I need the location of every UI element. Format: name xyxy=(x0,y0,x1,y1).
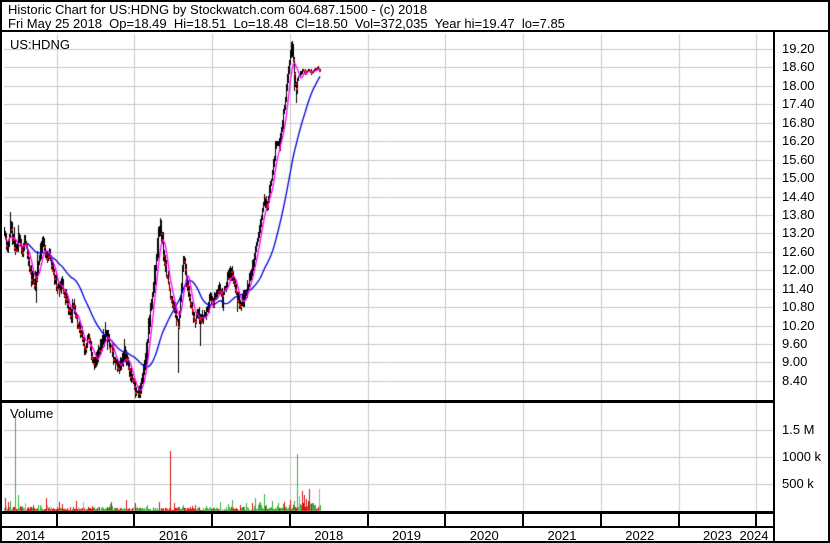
price-tick-label: 9.60 xyxy=(782,336,808,352)
year-tick-mark xyxy=(366,511,369,527)
price-tick-label: 15.60 xyxy=(782,151,815,167)
price-tick-label: 17.40 xyxy=(782,96,815,112)
year-tick-mark xyxy=(755,511,758,527)
year-label: 2015 xyxy=(81,528,111,543)
price-tick-label: 11.40 xyxy=(782,280,814,296)
year-label: 2018 xyxy=(314,528,344,543)
year-label: 2023 xyxy=(703,528,732,543)
volume-tick-label: 1000 k xyxy=(782,449,822,464)
price-tick-label: 12.60 xyxy=(782,243,815,259)
price-tick-label: 19.20 xyxy=(782,41,815,56)
price-tick-label: 15.00 xyxy=(782,170,815,186)
price-volume-chart-canvas xyxy=(4,32,773,512)
price-tick-label: 10.80 xyxy=(782,299,815,315)
price-tick-label: 8.40 xyxy=(782,372,808,388)
price-tick-label: 13.80 xyxy=(782,206,815,222)
price-tick-label: 18.00 xyxy=(782,77,815,93)
year-tick-mark xyxy=(599,511,602,527)
year-tick-mark xyxy=(55,511,58,527)
price-tick-label: 18.60 xyxy=(782,59,815,75)
year-tick-mark xyxy=(444,511,447,527)
stockwatch-historic-chart-window: Historic Chart for US:HDNG by Stockwatch… xyxy=(0,0,830,543)
price-tick-label: 14.40 xyxy=(782,188,815,204)
year-label: 2019 xyxy=(392,528,421,543)
price-tick-label: 16.20 xyxy=(782,133,815,149)
volume-tick-label: 500 k xyxy=(782,476,814,491)
price-tick-label: 12.00 xyxy=(782,262,815,278)
header-separator-line xyxy=(2,30,828,32)
year-label: 2020 xyxy=(469,528,499,543)
year-tick-mark xyxy=(288,511,291,527)
year-label: 2024 xyxy=(739,528,769,543)
year-tick-mark xyxy=(522,511,525,527)
year-label: 2017 xyxy=(236,528,266,543)
year-label: 2021 xyxy=(547,528,577,543)
year-tick-mark xyxy=(677,511,680,527)
axis-separator-line xyxy=(773,30,775,541)
year-label: 2016 xyxy=(158,528,188,543)
volume-tick-label: 1.5 M xyxy=(782,422,815,437)
price-tick-label: 13.20 xyxy=(782,225,815,241)
year-label: 2022 xyxy=(625,528,655,543)
symbol-label: US:HDNG xyxy=(10,37,70,52)
year-strip-line xyxy=(2,526,773,528)
price-tick-label: 9.00 xyxy=(782,354,808,370)
price-tick-label: 16.80 xyxy=(782,114,815,130)
year-tick-mark xyxy=(133,511,136,527)
volume-baseline xyxy=(2,511,773,514)
year-tick-mark xyxy=(211,511,214,527)
quote-summary-line: Fri May 25 2018 Op=18.49 Hi=18.51 Lo=18.… xyxy=(8,16,565,31)
chart-title: Historic Chart for US:HDNG by Stockwatch… xyxy=(8,2,428,17)
price-tick-label: 10.20 xyxy=(782,317,815,333)
price-volume-separator-line xyxy=(2,400,773,403)
year-label: 2014 xyxy=(15,528,45,543)
volume-panel-label: Volume xyxy=(10,406,54,421)
